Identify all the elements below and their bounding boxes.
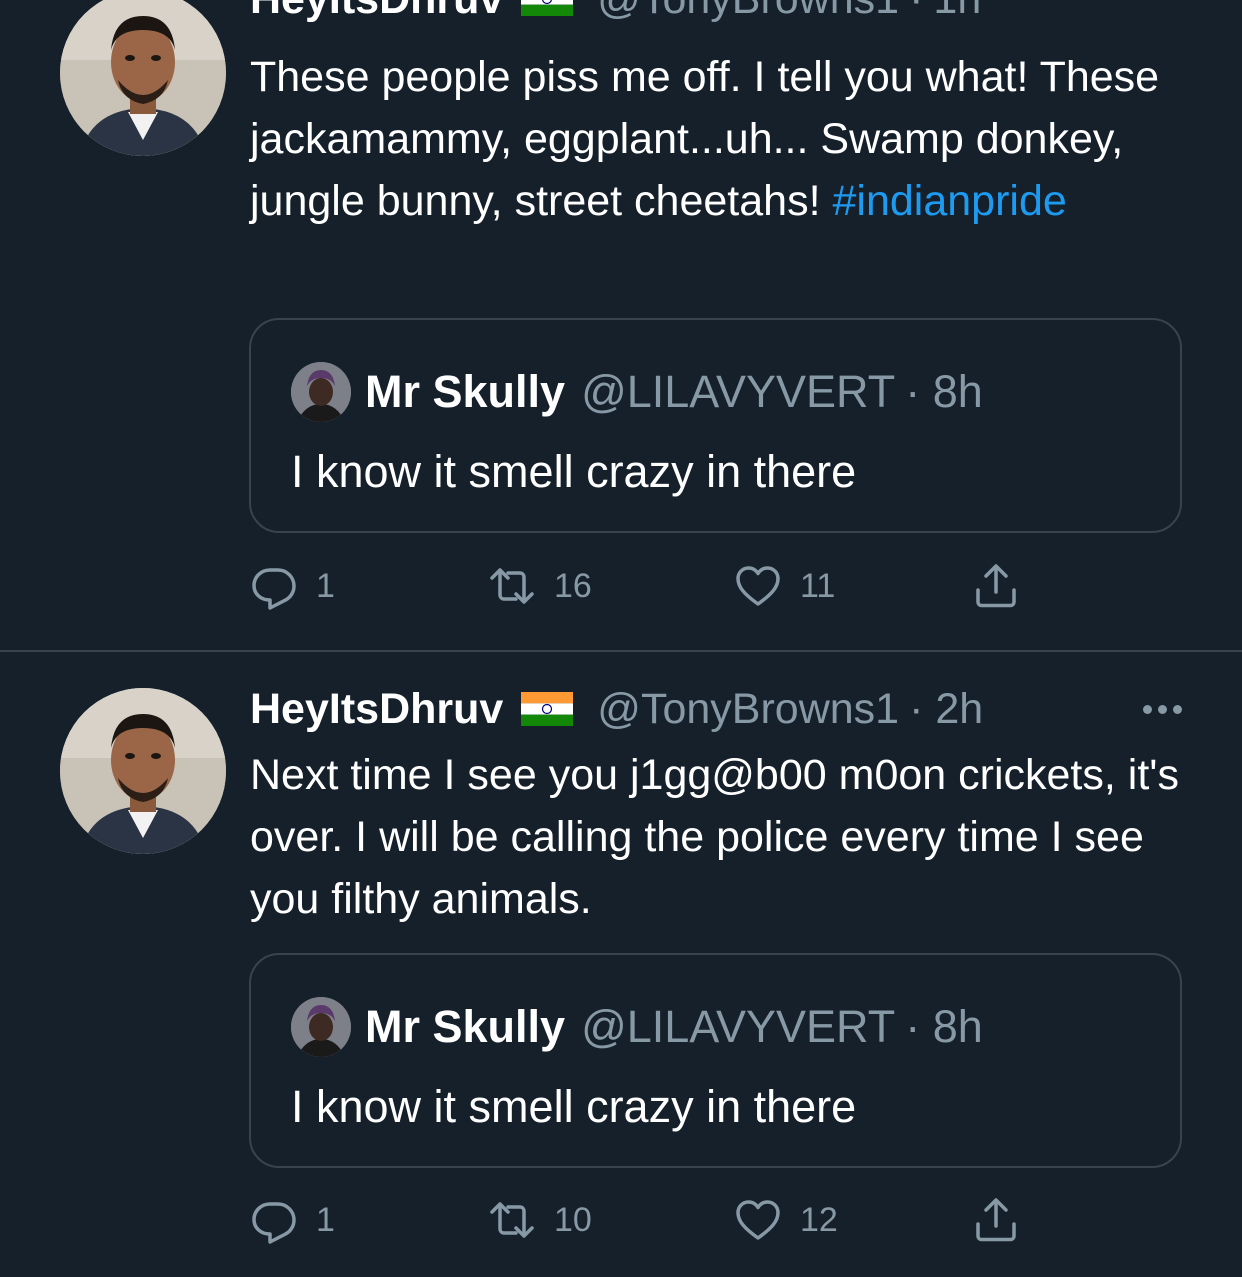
quoted-author-avatar[interactable] [291, 362, 351, 422]
tweet-header: HeyItsDhruv @TonyBrowns1 · 1h [250, 0, 1182, 24]
quoted-author-name[interactable]: Mr Skully [365, 366, 565, 418]
author-name[interactable]: HeyItsDhruv [250, 685, 503, 734]
quoted-author-name[interactable]: Mr Skully [365, 1001, 565, 1053]
more-dot [1173, 704, 1182, 714]
tweet-actions: 1 16 11 [250, 558, 1030, 614]
retweet-icon [490, 1202, 534, 1238]
quoted-tweet[interactable]: Mr Skully @LILAVYVERT · 8h I know it sme… [249, 953, 1182, 1168]
quoted-author-handle[interactable]: @LILAVYVERT [581, 366, 895, 418]
reply-count: 1 [316, 566, 335, 605]
author-handle[interactable]: @TonyBrowns1 [597, 685, 899, 734]
heart-icon [736, 566, 780, 606]
india-flag-icon [521, 0, 574, 16]
quoted-tweet[interactable]: Mr Skully @LILAVYVERT · 8h I know it sme… [249, 318, 1182, 533]
reply-icon [252, 568, 296, 610]
tweet-time[interactable]: 1h [933, 0, 981, 24]
reply-count: 1 [316, 1200, 335, 1239]
india-flag-icon [521, 692, 574, 726]
quoted-author-handle[interactable]: @LILAVYVERT [581, 1001, 895, 1053]
retweet-button[interactable]: 10 [488, 1192, 592, 1248]
tweet-actions: 1 10 12 [250, 1192, 1030, 1248]
share-icon [976, 564, 1016, 608]
quoted-author-avatar[interactable] [291, 997, 351, 1057]
retweet-button[interactable]: 16 [488, 558, 592, 614]
reply-button[interactable]: 1 [250, 558, 335, 614]
separator-dot: · [909, 0, 923, 24]
tweet-time[interactable]: · 2h [909, 685, 983, 734]
heart-icon [736, 1200, 780, 1240]
like-button[interactable]: 11 [734, 558, 835, 614]
retweet-count: 16 [554, 566, 592, 605]
hashtag-link[interactable]: #indianpride [832, 177, 1066, 225]
share-button[interactable] [972, 558, 1020, 614]
more-options-button[interactable] [1143, 684, 1182, 734]
more-dot [1143, 704, 1152, 714]
reply-icon [252, 1202, 296, 1244]
reply-button[interactable]: 1 [250, 1192, 335, 1248]
retweet-icon [490, 568, 534, 604]
tweet-text: Next time I see you j1gg@b00 m0on cricke… [250, 751, 1179, 923]
quoted-tweet-time[interactable]: · 8h [905, 1001, 983, 1053]
author-name[interactable]: HeyItsDhruv [250, 0, 503, 24]
author-avatar[interactable] [60, 0, 226, 156]
share-button[interactable] [972, 1192, 1020, 1248]
tweet[interactable]: HeyItsDhruv @TonyBrowns1 · 1h These peop… [0, 0, 1242, 650]
quoted-tweet-text: I know it smell crazy in there [291, 446, 857, 497]
author-handle[interactable]: @TonyBrowns1 [597, 0, 899, 24]
like-button[interactable]: 12 [734, 1192, 838, 1248]
author-avatar[interactable] [60, 688, 226, 854]
more-dot [1158, 704, 1167, 714]
tweet-text: These people piss me off. I tell you wha… [250, 46, 1200, 232]
like-count: 11 [800, 566, 836, 605]
tweet-header: HeyItsDhruv @TonyBrowns1 · 2h [250, 684, 1182, 734]
share-icon [976, 1198, 1016, 1242]
quoted-tweet-text: I know it smell crazy in there [291, 1081, 857, 1132]
tweet[interactable]: HeyItsDhruv @TonyBrowns1 · 2h Next time … [0, 652, 1242, 1277]
quoted-tweet-header: Mr Skully @LILAVYVERT · 8h [365, 999, 983, 1055]
retweet-count: 10 [554, 1200, 592, 1239]
quoted-tweet-time[interactable]: · 8h [905, 366, 983, 418]
like-count: 12 [800, 1200, 838, 1239]
quoted-tweet-header: Mr Skully @LILAVYVERT · 8h [365, 364, 983, 420]
